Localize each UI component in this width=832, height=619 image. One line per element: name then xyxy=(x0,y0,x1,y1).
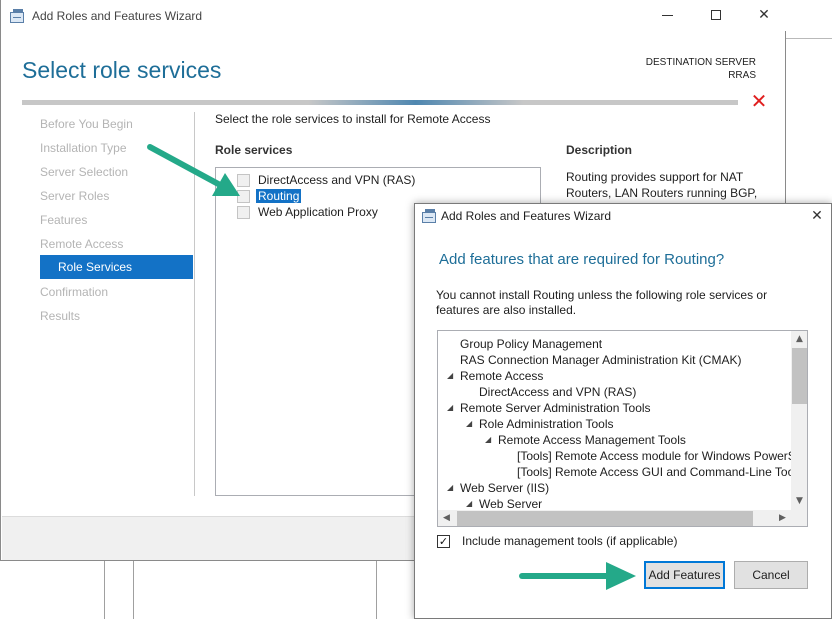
annotation-arrow-add-features xyxy=(519,562,636,590)
